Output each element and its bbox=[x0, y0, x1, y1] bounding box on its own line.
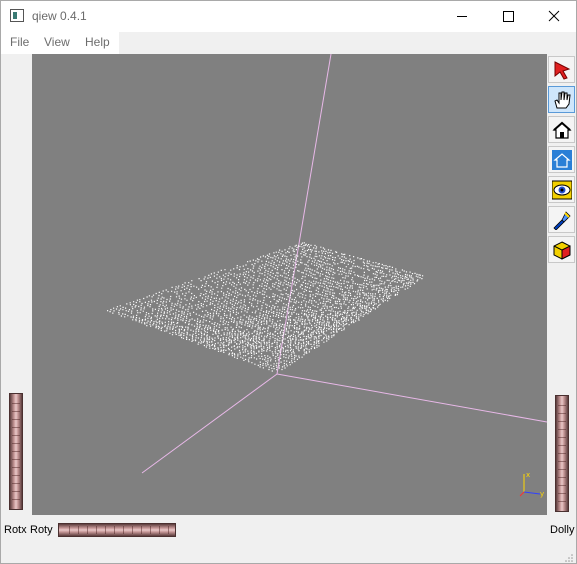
eye-view-all-icon bbox=[552, 180, 572, 200]
dolly-label: Dolly bbox=[550, 524, 575, 536]
dolly-wheel[interactable] bbox=[555, 395, 569, 512]
projection-toggle-button[interactable] bbox=[548, 236, 575, 263]
axis-x bbox=[276, 373, 547, 423]
svg-text:y: y bbox=[540, 490, 544, 498]
close-button[interactable] bbox=[531, 1, 577, 32]
pan-tool-button[interactable] bbox=[548, 86, 575, 113]
rotx-wheel[interactable] bbox=[9, 393, 23, 510]
roty-label: Roty bbox=[30, 524, 53, 536]
resize-grip-icon[interactable] bbox=[564, 553, 574, 563]
close-icon bbox=[548, 10, 560, 22]
app-window: qiew 0.4.1 File View Help x y Rotx Roty … bbox=[0, 0, 577, 564]
axis-z bbox=[276, 54, 332, 375]
seek-button[interactable] bbox=[548, 206, 575, 233]
3d-viewport[interactable]: x y bbox=[32, 54, 547, 515]
menu-help[interactable]: Help bbox=[85, 35, 110, 49]
minimize-button[interactable] bbox=[439, 1, 485, 32]
pick-tool-button[interactable] bbox=[548, 56, 575, 83]
hand-pan-icon bbox=[554, 91, 571, 109]
set-home-button[interactable] bbox=[548, 146, 575, 173]
set-home-icon bbox=[552, 150, 572, 170]
home-icon bbox=[552, 121, 572, 139]
window-title: qiew 0.4.1 bbox=[32, 9, 87, 23]
pick-arrow-icon bbox=[554, 61, 571, 80]
seek-flashlight-icon bbox=[553, 211, 571, 230]
home-button[interactable] bbox=[548, 116, 575, 143]
axis-triad-icon: x y bbox=[519, 471, 544, 498]
minimize-icon bbox=[457, 16, 467, 17]
maximize-button[interactable] bbox=[485, 1, 531, 32]
app-icon bbox=[10, 9, 24, 22]
menu-view[interactable]: View bbox=[44, 35, 70, 49]
point-cloud-scene: x y bbox=[107, 54, 547, 498]
menu-bar: File View Help bbox=[1, 32, 119, 54]
view-all-button[interactable] bbox=[548, 176, 575, 203]
menu-file[interactable]: File bbox=[10, 35, 29, 49]
point-cloud bbox=[107, 242, 424, 372]
rotx-label: Rotx bbox=[4, 524, 27, 536]
roty-wheel[interactable] bbox=[58, 523, 176, 537]
axis-y bbox=[141, 373, 278, 474]
svg-text:x: x bbox=[526, 471, 530, 479]
title-bar[interactable]: qiew 0.4.1 bbox=[1, 1, 576, 32]
maximize-icon bbox=[503, 11, 514, 22]
projection-cube-icon bbox=[553, 241, 571, 260]
